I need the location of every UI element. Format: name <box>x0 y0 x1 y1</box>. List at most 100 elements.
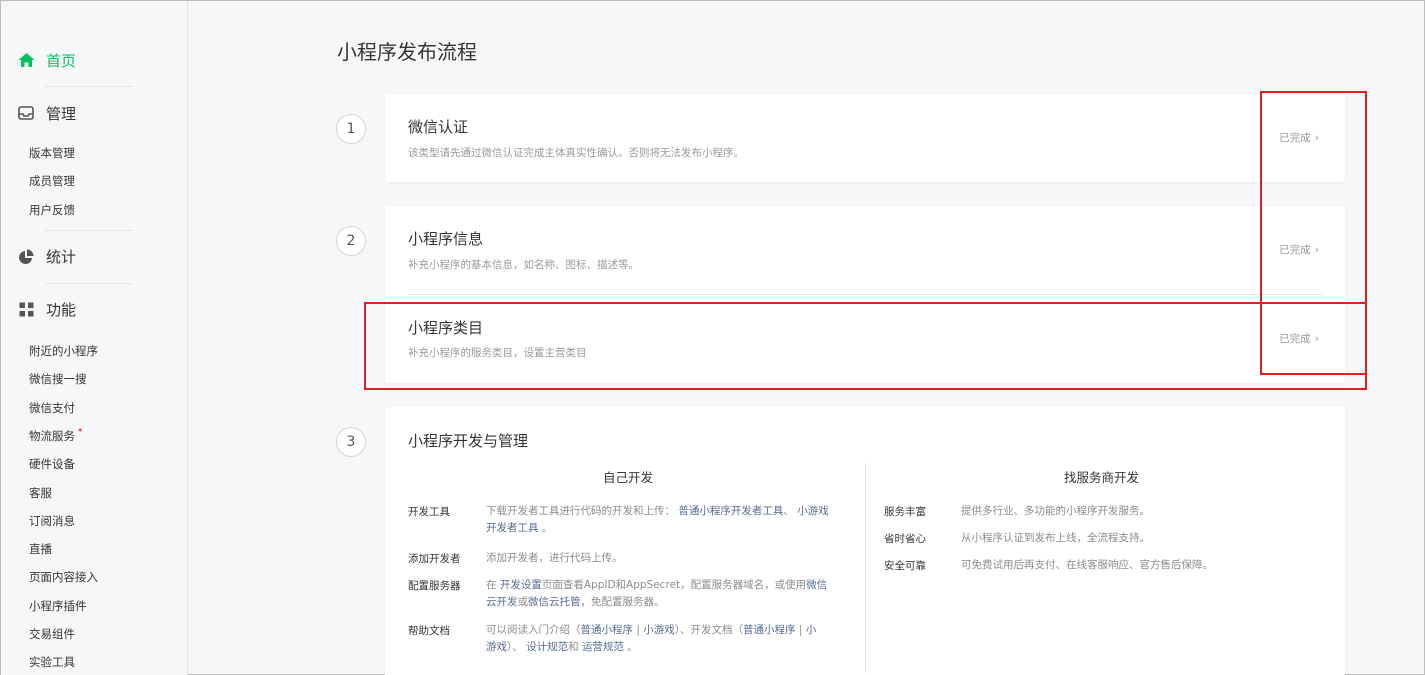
sidebar: 首页 管理 版本管理 成员管理 用户反馈 统计 功能 附近的小程序 微信搜一搜 … <box>1 1 188 675</box>
row-title: 小程序信息 <box>408 230 484 248</box>
separator: | <box>798 624 803 636</box>
nav-customer-service[interactable]: 客服 <box>1 478 187 506</box>
dev-settings-link[interactable]: 开发设置 <box>500 579 542 591</box>
nav-home-label: 首页 <box>46 51 77 70</box>
status-link[interactable]: 已完成 › <box>1279 242 1319 257</box>
pie-chart-icon <box>17 248 35 266</box>
nav-features[interactable]: 功能 <box>17 284 187 336</box>
nav-logistics-label: 物流服务 <box>29 428 75 443</box>
provider-item-text: 从小程序认证到发布上线，全流程支持。 <box>961 532 1150 544</box>
link-part: 小 <box>805 624 817 636</box>
nav-nearby-miniprogram[interactable]: 附近的小程序 <box>1 337 187 365</box>
help-docs-text: 可以阅读入门介绍（普通小程序 | 小游戏）、开发文档（普通小程序 | 小游戏）、… <box>486 622 848 656</box>
page-title: 小程序发布流程 <box>337 40 477 64</box>
design-guide-link[interactable]: 设计规范 <box>526 641 568 653</box>
cloud-hosting-link[interactable]: 微信云托管 <box>528 596 581 608</box>
nav-wechat-pay[interactable]: 微信支付 <box>1 393 187 421</box>
status-link[interactable]: 已完成 › <box>1279 130 1319 145</box>
provider-item-text: 提供多行业、多功能的小程序开发服务。 <box>961 505 1150 517</box>
link-part: 开发者工具 <box>486 522 539 534</box>
nav-page-content[interactable]: 页面内容接入 <box>1 563 187 591</box>
column-divider <box>865 463 866 673</box>
nav-stats-label: 统计 <box>46 248 77 267</box>
miniprogram-devtools-link[interactable]: 普通小程序开发者工具 <box>678 505 783 517</box>
chevron-right-icon: › <box>1314 243 1319 256</box>
status-text: 已完成 <box>1279 132 1311 144</box>
nav-live[interactable]: 直播 <box>1 535 187 563</box>
nav-subscribe-message[interactable]: 订阅消息 <box>1 507 187 535</box>
help-docs-label: 帮助文档 <box>408 625 450 637</box>
nav-manage-label: 管理 <box>46 104 77 123</box>
nav-features-label: 功能 <box>46 301 77 320</box>
nav-stats[interactable]: 统计 <box>17 231 187 283</box>
add-developer-label: 添加开发者 <box>408 553 461 565</box>
step-number: 3 <box>336 427 366 457</box>
server-config-label: 配置服务器 <box>408 580 461 592</box>
link-part: 微信 <box>806 579 828 591</box>
provider-dev-title: 找服务商开发 <box>1064 470 1140 485</box>
link-part: 游戏 <box>486 641 507 653</box>
inbox-icon <box>17 104 35 122</box>
link-part: 小游戏 <box>797 505 829 517</box>
row-desc: 该类型请先通过微信认证完成主体真实性确认。否则将无法发布小程序。 <box>408 147 744 159</box>
docs-miniprogram-link[interactable]: 普通小程序 <box>743 624 796 636</box>
row-title: 微信认证 <box>408 118 469 136</box>
nav-version-manage[interactable]: 版本管理 <box>1 139 187 167</box>
dev-tools-desc: 下载开发者工具进行代码的开发和上传： <box>486 505 675 517</box>
nav-home[interactable]: 首页 <box>17 34 187 86</box>
home-icon <box>17 51 35 69</box>
nav-member-manage[interactable]: 成员管理 <box>1 167 187 195</box>
step-number: 2 <box>336 226 366 256</box>
grid-icon <box>17 301 35 319</box>
step-card-development: 小程序开发与管理 自己开发 开发工具 下载开发者工具进行代码的开发和上传： 普通… <box>385 407 1345 675</box>
text-part: ）、开发文档（ <box>674 624 743 636</box>
chevron-right-icon: › <box>1314 332 1319 345</box>
operation-guide-link[interactable]: 运营规范 <box>582 641 624 653</box>
text-part: ，免配置服务器。 <box>580 596 665 608</box>
text-part: 或 <box>517 596 529 608</box>
row-title: 小程序开发与管理 <box>408 432 529 450</box>
provider-item-label: 服务丰富 <box>884 506 926 518</box>
text-part: 页面查看AppID和AppSecret，配置服务器域名，或使用 <box>541 579 807 591</box>
separator: | <box>636 624 640 636</box>
step-card-wechat-auth: 微信认证 该类型请先通过微信认证完成主体真实性确认。否则将无法发布小程序。 已完… <box>385 94 1345 182</box>
manage-subnav: 版本管理 成员管理 用户反馈 <box>1 139 187 224</box>
row-desc: 补充小程序的服务类目，设置主营类目 <box>408 347 587 359</box>
punctuation: 。 <box>541 522 553 534</box>
new-badge-dot: • <box>77 424 84 438</box>
text-part: 可以阅读入门介绍（ <box>486 624 581 636</box>
provider-item-label: 安全可靠 <box>884 560 926 572</box>
separator: 、 <box>783 505 794 517</box>
nav-logistics[interactable]: 物流服务 • <box>1 422 187 450</box>
row-desc: 补充小程序的基本信息，如名称、图标、描述等。 <box>408 259 639 271</box>
dev-tools-label: 开发工具 <box>408 506 450 518</box>
row-divider <box>408 294 1322 295</box>
nav-user-feedback[interactable]: 用户反馈 <box>1 196 187 224</box>
dev-tools-text: 下载开发者工具进行代码的开发和上传： 普通小程序开发者工具、 小游戏 开发者工具 … <box>486 503 848 537</box>
nav-hardware[interactable]: 硬件设备 <box>1 450 187 478</box>
nav-wechat-search[interactable]: 微信搜一搜 <box>1 365 187 393</box>
step-number: 1 <box>336 114 366 144</box>
text-part: 在 <box>486 579 497 591</box>
server-config-text: 在 开发设置页面查看AppID和AppSecret，配置服务器域名，或使用微信云… <box>486 577 848 611</box>
self-dev-title: 自己开发 <box>603 470 654 485</box>
status-text: 已完成 <box>1279 333 1311 345</box>
add-developer-text: 添加开发者，进行代码上传。 <box>486 552 623 564</box>
text-part: ）、 <box>507 641 523 653</box>
provider-item-label: 省时省心 <box>884 533 926 545</box>
intro-miniprogram-link[interactable]: 普通小程序 <box>581 624 634 636</box>
link-part: 云开发 <box>486 596 518 608</box>
intro-minigame-link[interactable]: 小游戏 <box>643 624 675 636</box>
nav-lab-tools[interactable]: 实验工具 <box>1 648 187 675</box>
nav-manage[interactable]: 管理 <box>17 87 187 139</box>
nav-trade-component[interactable]: 交易组件 <box>1 620 187 648</box>
provider-item-text: 可免费试用后再支付、在线客服响应、官方售后保障。 <box>961 559 1213 571</box>
chevron-right-icon: › <box>1314 131 1319 144</box>
row-title: 小程序类目 <box>408 319 484 337</box>
punctuation: 。 <box>627 641 638 653</box>
development-options: 自己开发 开发工具 下载开发者工具进行代码的开发和上传： 普通小程序开发者工具、… <box>385 459 1345 673</box>
status-link[interactable]: 已完成 › <box>1279 331 1319 346</box>
nav-plugins[interactable]: 小程序插件 <box>1 592 187 620</box>
main-content: 小程序发布流程 1 微信认证 该类型请先通过微信认证完成主体真实性确认。否则将无… <box>188 1 1424 675</box>
text-part: 和 <box>568 641 579 653</box>
